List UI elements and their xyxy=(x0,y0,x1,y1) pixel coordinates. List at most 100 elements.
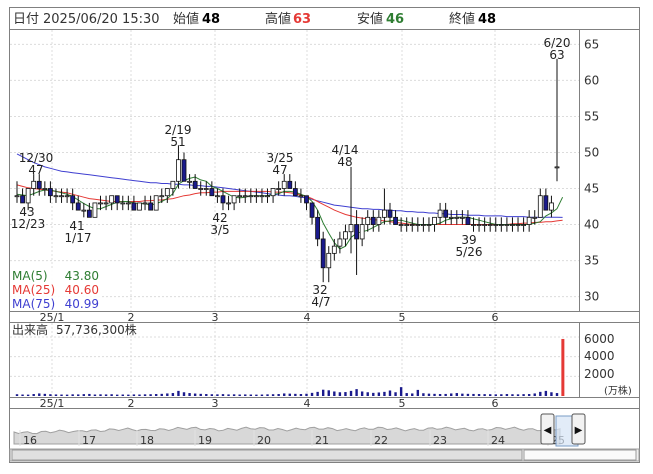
candle-body-up xyxy=(532,216,538,219)
volume-bar xyxy=(422,393,425,396)
volume-bar xyxy=(116,394,119,396)
candle-body-down xyxy=(220,195,226,204)
open-value: 48 xyxy=(202,12,220,27)
volume-bar xyxy=(138,394,141,396)
candle-body-up xyxy=(270,188,276,197)
volume-bar xyxy=(177,390,180,396)
volume-bar xyxy=(82,394,86,396)
volume-bar xyxy=(216,394,219,396)
volume-bar xyxy=(555,393,559,396)
candle-body-up xyxy=(404,224,410,226)
volume-bar xyxy=(438,394,442,396)
volume-bar xyxy=(372,392,375,396)
volume-bar xyxy=(377,392,381,396)
price-tick-label: 55 xyxy=(584,109,599,123)
navigator-right-handle[interactable]: ▶ xyxy=(571,413,586,445)
volume-bar xyxy=(244,394,247,396)
candle-body-up xyxy=(109,195,115,204)
volume-bar xyxy=(561,338,565,396)
candle-body-down xyxy=(36,180,42,189)
candle-body-up xyxy=(437,209,443,218)
volume-bar xyxy=(321,389,325,396)
volume-bar xyxy=(333,391,336,396)
volume-bar xyxy=(383,391,386,396)
volume-bar xyxy=(132,394,136,396)
volume-bar xyxy=(399,387,403,396)
candle-body-up xyxy=(476,224,482,226)
candle-body-down xyxy=(292,188,298,197)
annot-219-value: 51 xyxy=(170,135,185,149)
candle-body-up xyxy=(493,224,499,226)
volume-tick-2000: 2000 xyxy=(584,367,615,381)
candle-body-up xyxy=(14,195,20,198)
navigator-left-arrow-icon[interactable]: ◀ xyxy=(544,425,552,436)
scrollbar-thumb[interactable] xyxy=(11,449,523,461)
annot-414-value: 48 xyxy=(337,155,352,169)
volume-bar xyxy=(516,394,520,396)
candle-body-up xyxy=(159,195,165,198)
candle xyxy=(137,202,142,211)
candle-body-down xyxy=(354,224,359,240)
candle-body-up xyxy=(237,195,243,198)
annot-1230-value: 47 xyxy=(28,163,43,177)
volume-bar xyxy=(249,394,253,396)
navigator-year-label: 16 xyxy=(23,434,37,447)
stock-chart: 日付 2025/06/20 15:30 始値 48 高値 63 安値 46 終値… xyxy=(9,7,640,463)
candle-body-up xyxy=(343,231,348,240)
candle-body-down xyxy=(320,238,326,269)
volume-tick-4000: 4000 xyxy=(584,349,615,363)
candle-body-up xyxy=(203,188,209,190)
volume-bar xyxy=(21,394,24,396)
candle-body-down xyxy=(181,159,187,182)
navigator-year-label: 22 xyxy=(374,434,388,447)
scrollbar-thumb-end[interactable] xyxy=(523,449,637,461)
price-tick-label: 30 xyxy=(584,290,599,304)
candle-body-up xyxy=(253,195,259,198)
volume-value: 57,736,300株 xyxy=(56,322,137,337)
volume-bar xyxy=(171,393,175,396)
volume-bar xyxy=(505,394,509,396)
volume-bar xyxy=(188,393,191,396)
volume-bar xyxy=(210,394,214,396)
volume-bar xyxy=(271,394,275,396)
candle-body-up xyxy=(521,224,526,226)
low-label: 安値 xyxy=(357,11,383,27)
candle-body-up xyxy=(53,195,59,198)
volume-bar xyxy=(483,394,486,396)
price-tick-label: 35 xyxy=(584,254,599,268)
candle-body-up xyxy=(92,202,98,218)
navigator-left-handle[interactable]: ◀ xyxy=(540,413,555,445)
navigator-right-arrow-icon[interactable]: ▶ xyxy=(575,425,583,436)
volume-bar xyxy=(32,394,35,396)
candle-body-down xyxy=(387,209,393,218)
ma25-legend-label: MA(25) xyxy=(12,283,55,297)
candle-body-down xyxy=(148,202,154,211)
date-label: 日付 xyxy=(13,12,39,27)
volume-bar xyxy=(288,393,291,396)
volume-bar xyxy=(533,393,536,396)
annot-47-date: 4/7 xyxy=(311,295,330,309)
candle-body-up xyxy=(64,195,70,198)
price-tick-label: 40 xyxy=(584,218,599,232)
candle-body-up xyxy=(259,195,265,198)
annot-620-value: 63 xyxy=(549,48,564,62)
candle-body-down xyxy=(86,209,92,218)
ma5-legend-label: MA(5) xyxy=(12,269,48,283)
navigator-scrollbar[interactable] xyxy=(9,448,640,462)
open-label: 始値 xyxy=(173,11,199,27)
volume-bar xyxy=(60,394,63,396)
volume-bar xyxy=(15,394,19,396)
volume-bar xyxy=(193,393,197,396)
close-label: 終値 xyxy=(449,11,475,27)
candle-body-down xyxy=(75,202,81,211)
candle-body-up xyxy=(482,224,488,226)
volume-bar xyxy=(294,393,297,396)
navigator-year-label: 18 xyxy=(140,434,154,447)
ma-legend: MA(5) 43.80 MA(25) 40.60 MA(75) 40.99 xyxy=(10,268,102,311)
volume-label: 出来高 xyxy=(12,322,48,337)
candle-body-up xyxy=(187,180,192,183)
candle-body-up xyxy=(504,224,510,226)
candle-body-up xyxy=(420,224,426,226)
volume-bar xyxy=(310,392,314,396)
candle-body-down xyxy=(48,188,53,197)
